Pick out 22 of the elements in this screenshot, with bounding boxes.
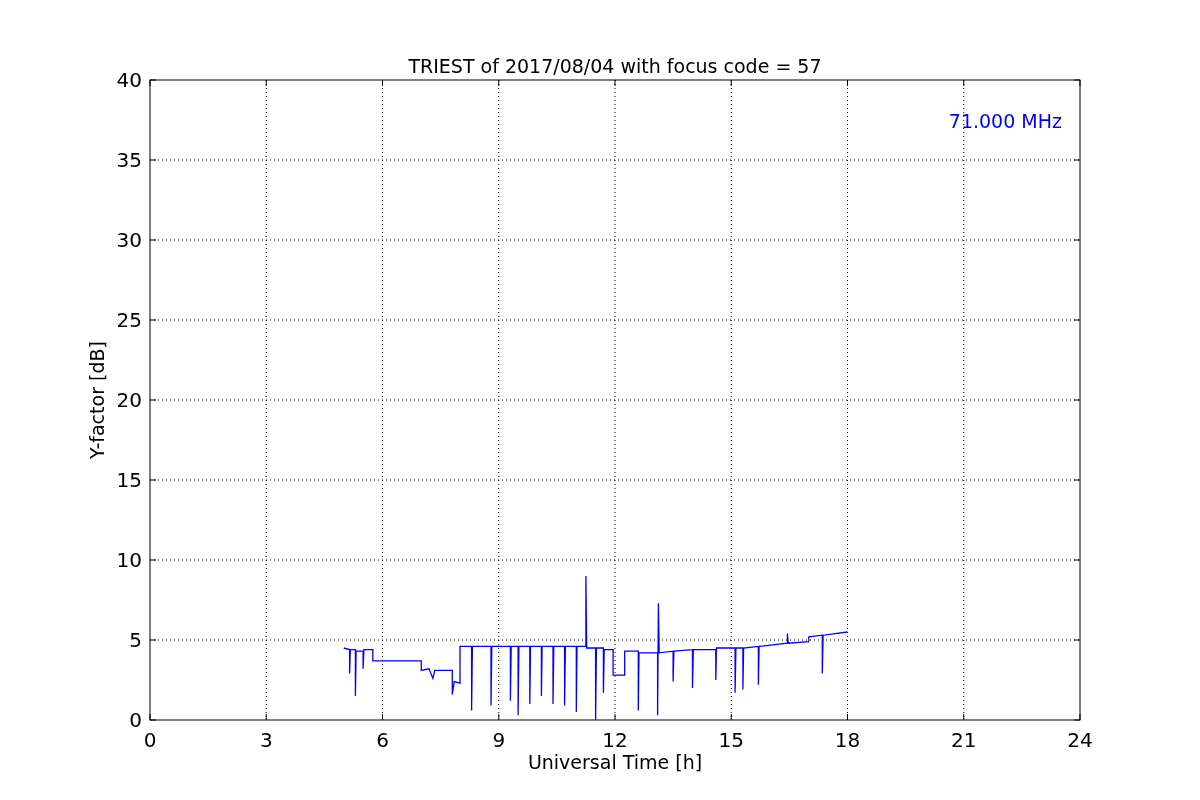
y-tick-label: 10 — [116, 548, 142, 572]
series-label: 71.000 MHz — [948, 110, 1062, 132]
y-tick-label: 25 — [116, 308, 142, 332]
x-tick-label: 9 — [492, 728, 506, 752]
y-tick-label: 35 — [116, 148, 142, 172]
y-tick-label: 30 — [116, 228, 142, 252]
x-tick-label: 6 — [376, 728, 389, 752]
x-axis-label: Universal Time [h] — [527, 751, 703, 773]
x-tick-label: 24 — [1067, 728, 1093, 752]
x-tick-label: 21 — [951, 728, 977, 752]
y-tick-label: 40 — [116, 68, 142, 92]
y-tick-label: 15 — [116, 468, 142, 492]
y-axis-label: Y-factor [dB] — [86, 341, 108, 459]
x-tick-label: 15 — [718, 728, 744, 752]
y-tick-label: 0 — [129, 708, 142, 732]
x-tick-label: 12 — [602, 728, 628, 752]
y-tick-label: 20 — [116, 388, 142, 412]
y-tick-label: 5 — [129, 628, 142, 652]
x-tick-label: 18 — [834, 728, 861, 752]
x-tick-label: 0 — [143, 728, 157, 752]
x-tick-label: 3 — [259, 728, 273, 752]
chart-title: TRIEST of 2017/08/04 with focus code = 57 — [408, 55, 822, 77]
